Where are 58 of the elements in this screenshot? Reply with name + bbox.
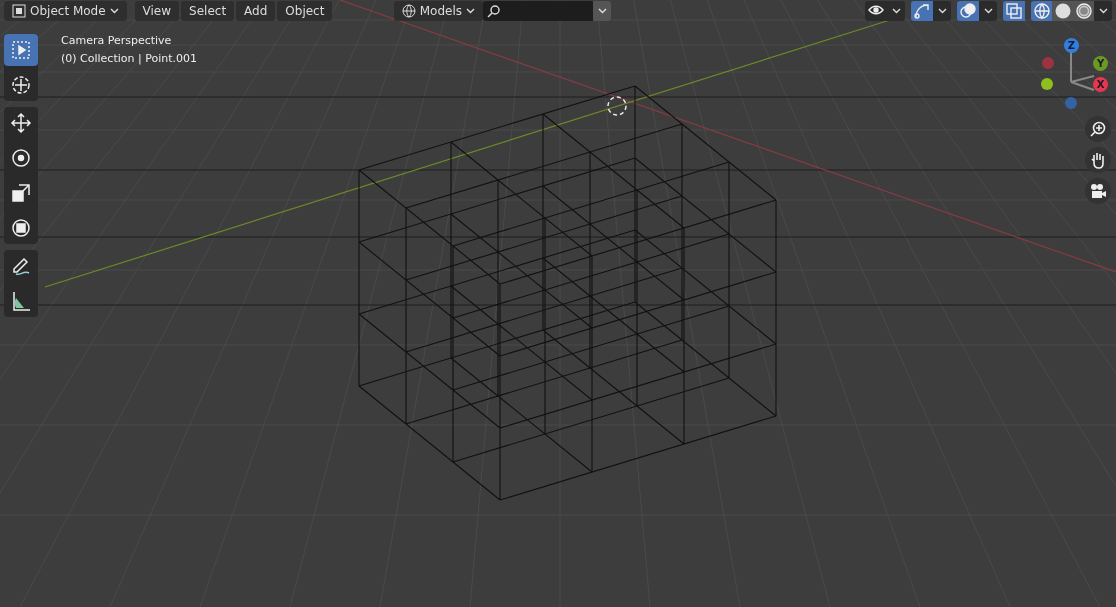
xray-icon bbox=[1005, 2, 1023, 20]
search-field[interactable] bbox=[483, 1, 593, 21]
crosshair-icon bbox=[10, 74, 32, 96]
menu-item[interactable]: View bbox=[134, 1, 180, 21]
menu-item[interactable]: Select bbox=[181, 1, 235, 21]
caret-icon bbox=[109, 8, 119, 14]
ruler-icon bbox=[10, 290, 32, 312]
solid-sphere-icon bbox=[1053, 2, 1072, 20]
shading-mode-button[interactable] bbox=[1052, 1, 1073, 21]
cursor-3d-icon bbox=[607, 96, 627, 116]
select-box-icon bbox=[10, 39, 32, 61]
axis-label[interactable]: Z bbox=[1064, 38, 1079, 53]
object-mode-icon bbox=[12, 4, 26, 18]
camera-icon bbox=[1089, 182, 1107, 200]
mode-dropdown[interactable]: Object Mode bbox=[4, 1, 127, 21]
shading-mode-button[interactable] bbox=[1073, 1, 1094, 21]
toggle-button[interactable] bbox=[957, 1, 979, 21]
navigation-button[interactable] bbox=[1085, 116, 1111, 142]
caret-icon bbox=[891, 8, 901, 14]
search-icon bbox=[487, 4, 500, 18]
rotate-icon bbox=[10, 147, 32, 169]
options-dropdown[interactable] bbox=[979, 1, 997, 21]
axis-ball-icon bbox=[1042, 57, 1054, 69]
caret-icon bbox=[1098, 8, 1108, 14]
axis-label[interactable]: Y bbox=[1093, 56, 1108, 71]
toggle-button[interactable] bbox=[911, 1, 933, 21]
scale-icon bbox=[10, 182, 32, 204]
caret-icon bbox=[983, 8, 993, 14]
toggle-button[interactable] bbox=[865, 1, 887, 21]
shading-mode-button[interactable] bbox=[1031, 1, 1052, 21]
toggle-button[interactable] bbox=[1003, 1, 1025, 21]
axis-ball-icon bbox=[1041, 78, 1053, 90]
overlay-circles-icon bbox=[959, 2, 977, 20]
shading-dropdown[interactable] bbox=[1094, 1, 1112, 21]
zoom-icon bbox=[1089, 120, 1107, 138]
caret-icon bbox=[466, 8, 475, 14]
transform-icon bbox=[10, 217, 32, 239]
axis-label[interactable]: X bbox=[1093, 77, 1108, 92]
navigation-button[interactable] bbox=[1085, 178, 1111, 204]
menu-item[interactable]: Object bbox=[277, 1, 333, 21]
caret-icon bbox=[597, 8, 607, 14]
options-dropdown[interactable] bbox=[933, 1, 951, 21]
globe-icon bbox=[401, 4, 416, 18]
axis-ball-icon bbox=[1065, 97, 1077, 109]
view-name: Camera Perspective bbox=[61, 33, 173, 49]
menu-item[interactable]: Add bbox=[236, 1, 276, 21]
caret-icon bbox=[937, 8, 947, 14]
hand-icon bbox=[1089, 151, 1107, 169]
wire-sphere-icon bbox=[1032, 2, 1051, 20]
material-sphere-icon bbox=[1074, 2, 1093, 20]
options-dropdown[interactable] bbox=[887, 1, 905, 21]
filter-dropdown[interactable] bbox=[593, 1, 611, 21]
gizmo-arc-icon bbox=[913, 2, 931, 20]
pencil-icon bbox=[10, 255, 32, 277]
collection-dropdown[interactable]: Models bbox=[393, 1, 483, 21]
move-arrows-icon bbox=[10, 112, 32, 134]
object-info: (0) Collection | Point.001 bbox=[61, 51, 197, 67]
navigation-button[interactable] bbox=[1085, 147, 1111, 173]
